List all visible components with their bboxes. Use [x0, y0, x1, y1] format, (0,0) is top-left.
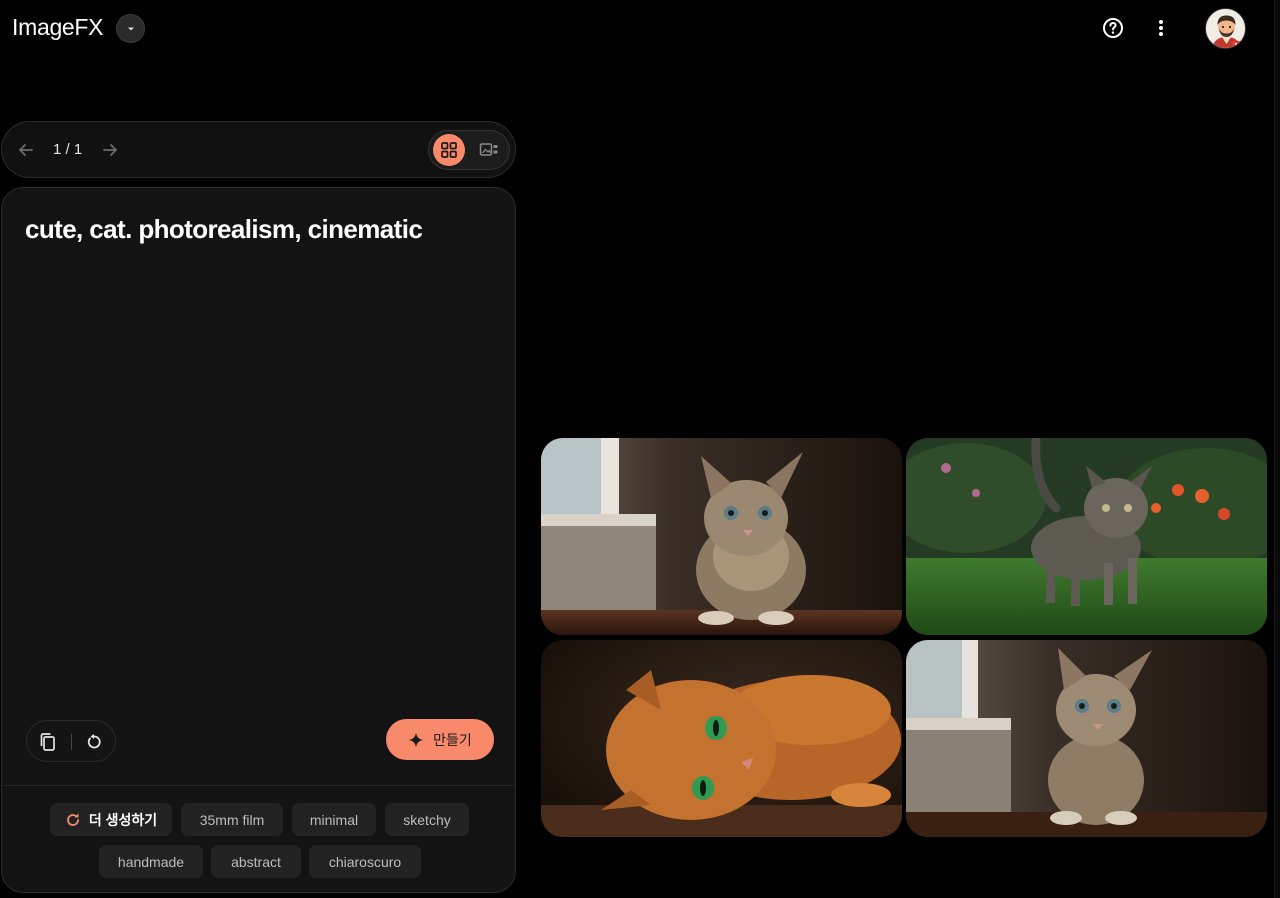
reset-prompt-button[interactable]	[81, 729, 107, 755]
more-options-button[interactable]	[1147, 14, 1175, 42]
app-logo[interactable]: ImageFX	[12, 14, 104, 41]
orange-cat-picture	[541, 640, 902, 837]
avatar-illustration	[1206, 9, 1245, 48]
style-chip-sketchy[interactable]: sketchy	[385, 803, 469, 836]
create-button[interactable]: 만들기	[386, 719, 494, 760]
tabby-kitten-grass-image[interactable]	[906, 438, 1267, 635]
grid-view-icon	[441, 142, 457, 158]
app-switcher-dropdown[interactable]	[116, 14, 145, 43]
kitten-window-picture	[541, 438, 902, 635]
kitten-floor-picture	[906, 640, 1267, 837]
style-chip-abstract[interactable]: abstract	[211, 845, 301, 878]
more-vert-icon	[1159, 20, 1163, 36]
single-view-button[interactable]	[473, 134, 505, 166]
tabby-kitten-window-image[interactable]	[541, 438, 902, 635]
imagefx-app: ImageFX 1 / 1 cute, cat. photorealism, c…	[0, 0, 1280, 898]
create-button-label: 만들기	[433, 731, 472, 748]
view-mode-toggle	[428, 130, 510, 170]
prompt-card: cute, cat. photorealism, cinematic 만들기 더…	[1, 187, 516, 893]
tool-separator	[71, 734, 72, 750]
page-scrollbar[interactable]	[1274, 0, 1280, 898]
style-chip-minimal[interactable]: minimal	[292, 803, 376, 836]
tabby-kitten-floor-image[interactable]	[906, 640, 1267, 837]
caret-down-icon	[127, 27, 134, 30]
orange-cat-lying-image[interactable]	[541, 640, 902, 837]
previous-page-button[interactable]	[14, 138, 38, 162]
copy-prompt-button[interactable]	[35, 729, 61, 755]
prompt-tools	[26, 720, 116, 762]
style-chip-35mm-film[interactable]: 35mm film	[181, 803, 283, 836]
user-avatar[interactable]	[1205, 8, 1246, 49]
help-button[interactable]	[1099, 14, 1127, 42]
arrow-right-icon	[103, 144, 117, 156]
next-page-button[interactable]	[98, 138, 122, 162]
image-pager: 1 / 1	[1, 121, 516, 178]
card-divider	[2, 785, 515, 786]
single-view-icon	[479, 143, 498, 156]
sparkle-icon	[408, 732, 424, 747]
style-chip-handmade[interactable]: handmade	[99, 845, 203, 878]
arrow-left-icon	[19, 144, 33, 156]
copy-icon	[40, 733, 55, 751]
refresh-icon	[66, 813, 79, 826]
kitten-grass-picture	[906, 438, 1267, 635]
page-counter: 1 / 1	[53, 141, 83, 158]
grid-view-button[interactable]	[433, 134, 465, 166]
prompt-text[interactable]: cute, cat. photorealism, cinematic	[25, 214, 495, 245]
style-chip-chiaroscuro[interactable]: chiaroscuro	[309, 845, 421, 878]
generate-more-label: 더 생성하기	[88, 811, 158, 828]
reset-icon	[87, 734, 101, 749]
help-circle-icon	[1103, 18, 1123, 38]
generate-more-chip[interactable]: 더 생성하기	[50, 803, 172, 836]
